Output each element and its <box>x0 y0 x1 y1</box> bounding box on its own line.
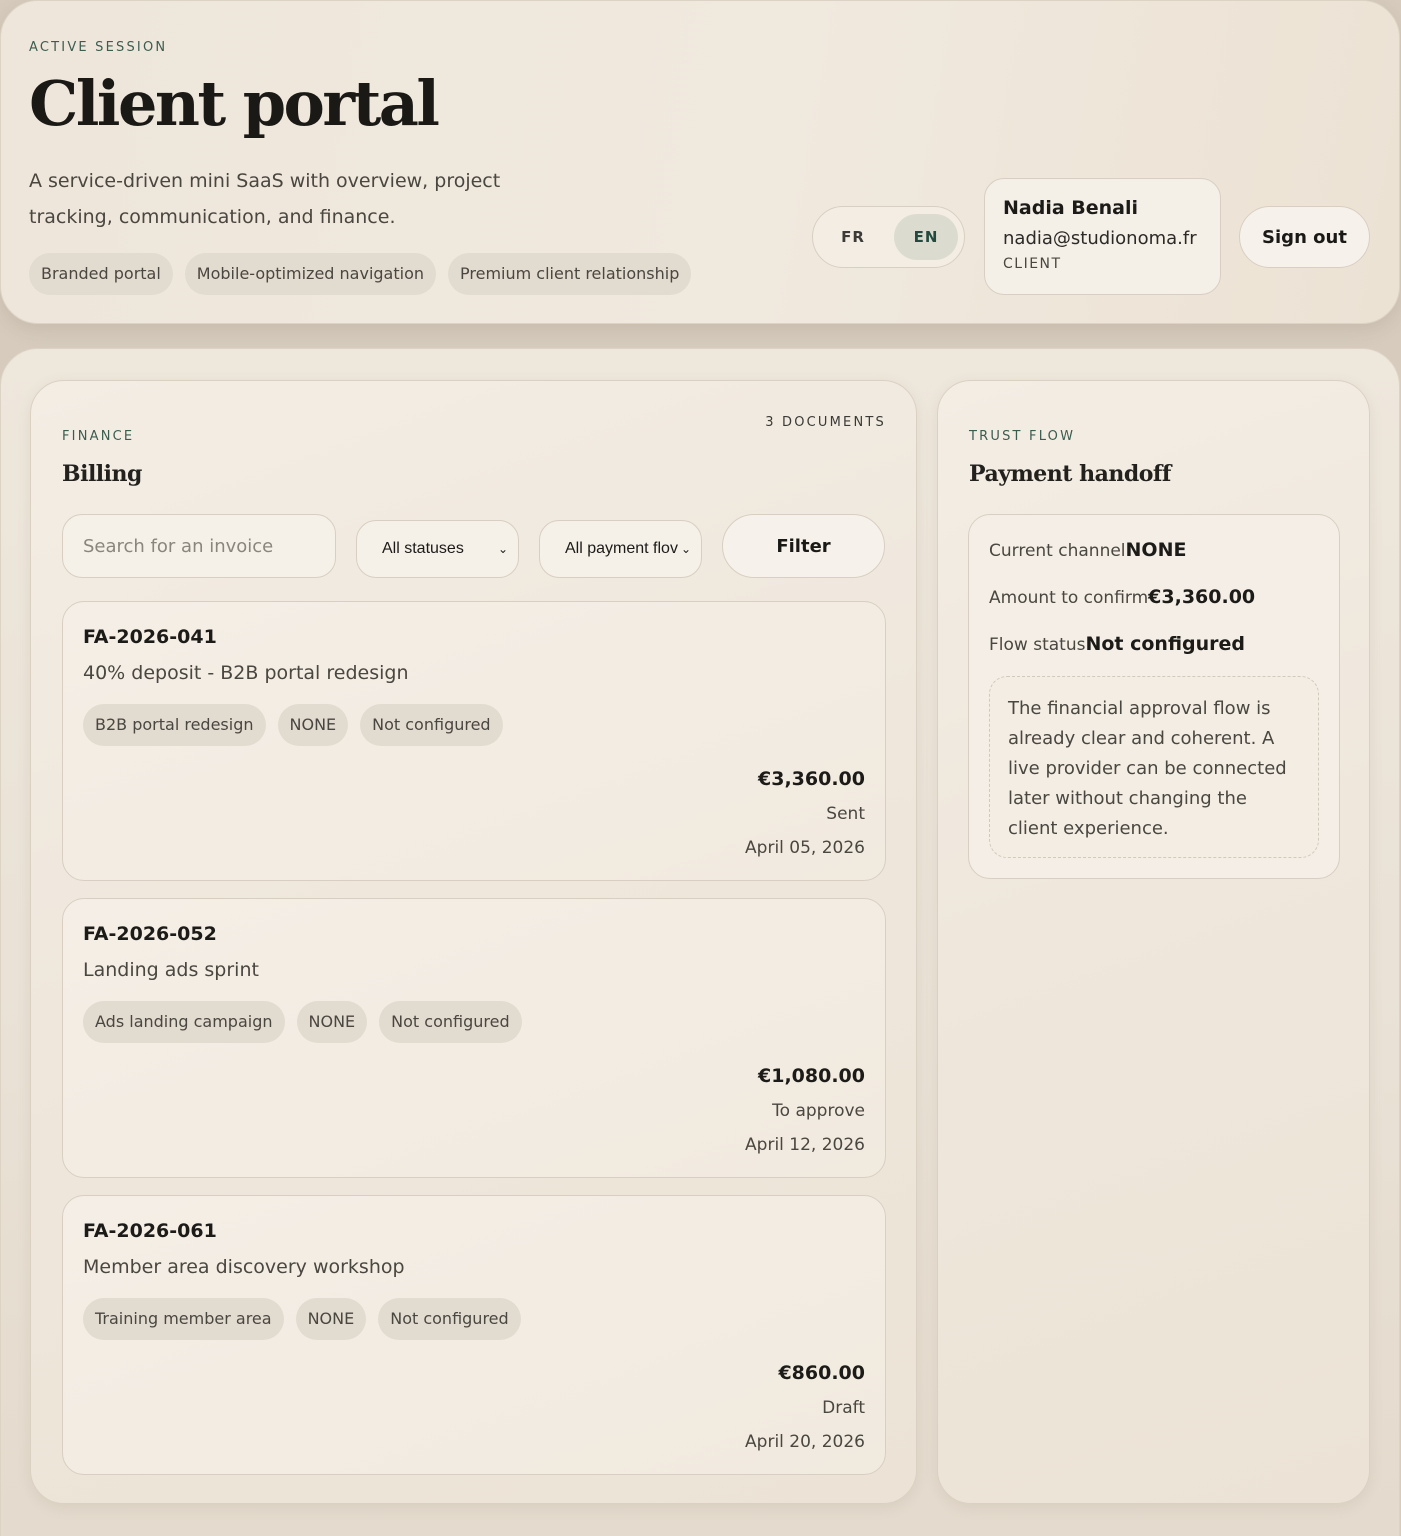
status-filter-value: All statuses <box>382 540 464 557</box>
invoice-card[interactable]: FA-2026-052 Landing ads sprint Ads landi… <box>62 898 886 1178</box>
filter-button[interactable]: Filter <box>722 514 885 578</box>
invoice-card[interactable]: FA-2026-061 Member area discovery worksh… <box>62 1195 886 1475</box>
language-switcher: FR EN <box>812 206 965 268</box>
language-option-en[interactable]: EN <box>894 214 958 260</box>
invoice-tags: Training member area NONE Not configured <box>83 1298 521 1340</box>
flow-status-row: Flow statusNot configured <box>989 633 1245 655</box>
amount-value: €3,360.00 <box>1148 586 1256 608</box>
user-role: CLIENT <box>1003 256 1062 272</box>
feature-chip: Branded portal <box>29 253 173 295</box>
page-title: Client portal <box>29 67 440 140</box>
invoice-title: Landing ads sprint <box>83 959 259 981</box>
trust-flow-panel: TRUST FLOW Payment handoff Current chann… <box>937 380 1370 1504</box>
sign-out-button[interactable]: Sign out <box>1239 206 1370 268</box>
payment-flow-filter-value: All payment flov <box>565 540 678 557</box>
current-channel-row: Current channelNONE <box>989 539 1186 561</box>
user-email: nadia@studionoma.fr <box>1003 228 1197 249</box>
invoice-date: April 05, 2026 <box>745 838 865 858</box>
invoice-status: Draft <box>822 1398 865 1418</box>
language-option-fr[interactable]: FR <box>821 214 885 260</box>
user-name: Nadia Benali <box>1003 197 1139 219</box>
invoice-tags: Ads landing campaign NONE Not configured <box>83 1001 522 1043</box>
project-tag: Training member area <box>83 1298 284 1340</box>
flow-status-tag: Not configured <box>379 1001 522 1043</box>
trust-eyebrow: TRUST FLOW <box>969 429 1076 444</box>
invoice-id: FA-2026-052 <box>83 923 217 945</box>
invoice-date: April 12, 2026 <box>745 1135 865 1155</box>
current-channel-label: Current channel <box>989 541 1126 561</box>
feature-chip: Premium client relationship <box>448 253 692 295</box>
feature-chips: Branded portal Mobile-optimized navigati… <box>29 253 692 295</box>
invoice-card[interactable]: FA-2026-041 40% deposit - B2B portal red… <box>62 601 886 881</box>
status-filter-select[interactable]: All statuses ⌄ <box>356 520 519 578</box>
current-channel-value: NONE <box>1125 539 1187 561</box>
invoice-title: Member area discovery workshop <box>83 1256 405 1278</box>
invoice-status: To approve <box>772 1101 865 1121</box>
invoice-status: Sent <box>826 804 865 824</box>
invoice-search-input[interactable] <box>62 514 336 578</box>
invoice-tags: B2B portal redesign NONE Not configured <box>83 704 503 746</box>
page-subtitle: A service-driven mini SaaS with overview… <box>29 170 501 228</box>
billing-panel: FINANCE 3 DOCUMENTS Billing All statuses… <box>30 380 917 1504</box>
flow-status-tag: Not configured <box>378 1298 521 1340</box>
invoice-id: FA-2026-041 <box>83 626 217 648</box>
trust-title: Payment handoff <box>969 461 1171 487</box>
channel-tag: NONE <box>295 1298 367 1340</box>
flow-note: The financial approval flow is already c… <box>989 676 1319 858</box>
invoice-amount: €1,080.00 <box>758 1065 865 1087</box>
payment-flow-filter-select[interactable]: All payment flov ⌄ <box>539 520 702 578</box>
project-tag: Ads landing campaign <box>83 1001 285 1043</box>
flow-status-tag: Not configured <box>360 704 503 746</box>
invoice-id: FA-2026-061 <box>83 1220 217 1242</box>
flow-status-value: Not configured <box>1085 633 1246 655</box>
billing-eyebrow: FINANCE <box>62 429 135 444</box>
payment-handoff-box: Current channelNONE Amount to confirm€3,… <box>968 514 1340 879</box>
chevron-down-icon: ⌄ <box>497 542 508 556</box>
channel-tag: NONE <box>277 704 349 746</box>
main-content: FINANCE 3 DOCUMENTS Billing All statuses… <box>0 348 1400 1536</box>
invoice-amount: €3,360.00 <box>758 768 865 790</box>
project-tag: B2B portal redesign <box>83 704 266 746</box>
flow-status-label: Flow status <box>989 635 1086 655</box>
user-card: Nadia Benali nadia@studionoma.fr CLIENT <box>984 178 1221 295</box>
chevron-down-icon: ⌄ <box>680 542 691 556</box>
channel-tag: NONE <box>296 1001 368 1043</box>
invoice-title: 40% deposit - B2B portal redesign <box>83 662 409 684</box>
billing-title: Billing <box>62 461 142 487</box>
portal-header: ACTIVE SESSION Client portal A service-d… <box>0 0 1400 324</box>
invoice-date: April 20, 2026 <box>745 1432 865 1452</box>
feature-chip: Mobile-optimized navigation <box>184 253 436 295</box>
amount-label: Amount to confirm <box>989 588 1149 608</box>
amount-row: Amount to confirm€3,360.00 <box>989 586 1255 608</box>
invoice-amount: €860.00 <box>778 1362 865 1384</box>
document-count: 3 DOCUMENTS <box>765 415 886 430</box>
session-eyebrow: ACTIVE SESSION <box>29 40 168 55</box>
